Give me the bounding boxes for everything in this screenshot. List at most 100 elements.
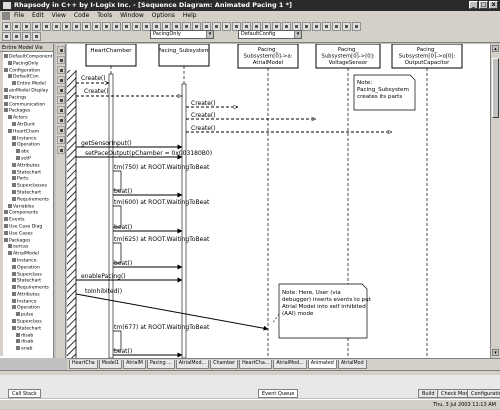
diagram-tab[interactable]: AtrialMod: [337, 360, 367, 369]
vertical-scrollbar[interactable]: ▴ ▾: [490, 44, 500, 358]
diagram-tab[interactable]: HeartCha: [69, 360, 98, 369]
tree-item[interactable]: Instance: [4, 298, 53, 306]
tree-item[interactable]: Operation: [4, 264, 53, 272]
diagram-tab[interactable]: AtrialMod...: [175, 360, 210, 369]
tree-item[interactable]: Operation: [4, 305, 53, 312]
tree-item[interactable]: Attributes: [4, 162, 53, 170]
tree-item[interactable]: Packages: [4, 108, 53, 115]
reply-tool-icon[interactable]: [57, 76, 65, 84]
browser-side-tabs[interactable]: [0, 52, 3, 356]
tree-item[interactable]: Pacings: [4, 94, 53, 102]
sequence-diagram-canvas[interactable]: HeartChamber Pacing_Subsystem Pacing_ Sub…: [67, 44, 490, 358]
tree-item[interactable]: Communication: [4, 101, 53, 109]
select-tool-icon[interactable]: [57, 46, 65, 54]
new-icon[interactable]: [2, 22, 11, 31]
find-icon[interactable]: [82, 22, 91, 31]
tree-item[interactable]: ainModel Display: [4, 87, 53, 95]
diagram-tab[interactable]: Chamber: [210, 360, 239, 369]
tree-item[interactable]: PacingOnly: [4, 60, 53, 68]
tree-item[interactable]: Components: [4, 210, 53, 217]
zoom-out-icon[interactable]: [222, 22, 231, 31]
go-icon[interactable]: [312, 22, 321, 31]
tree-item[interactable]: Statechart: [4, 278, 53, 285]
tree-item[interactable]: Requirements: [4, 285, 53, 292]
tree-item[interactable]: abc: [4, 149, 53, 156]
animation-icon[interactable]: [302, 22, 311, 31]
scroll-down-icon[interactable]: ▾: [492, 349, 499, 356]
scroll-thumb[interactable]: [492, 58, 499, 118]
tree-item[interactable]: disab: [4, 339, 53, 346]
anchor-tool-icon[interactable]: [57, 146, 65, 154]
menu-help[interactable]: Help: [183, 11, 197, 21]
event-queue-tab[interactable]: Event Queue: [258, 389, 299, 398]
tree-item[interactable]: Superclass: [4, 271, 53, 279]
cut-icon[interactable]: [32, 22, 41, 31]
tree-item[interactable]: Instance: [4, 257, 53, 265]
chevron-down-icon[interactable]: ▾: [294, 31, 301, 38]
diagram-tab[interactable]: Pacing ...: [146, 360, 175, 369]
tree-item[interactable]: DefaultCon: [4, 74, 53, 81]
redo-icon[interactable]: [72, 22, 81, 31]
bold-icon[interactable]: [22, 32, 31, 41]
event-queue-icon[interactable]: [352, 22, 361, 31]
tree-item[interactable]: Operation: [4, 142, 53, 149]
tree-item[interactable]: Statechart: [4, 189, 53, 197]
object-diagram-icon[interactable]: [132, 22, 141, 31]
browser-icon[interactable]: [102, 22, 111, 31]
class-diagram-icon[interactable]: [122, 22, 131, 31]
pointer-icon[interactable]: [2, 32, 11, 41]
tree-item[interactable]: ourcas: [4, 244, 53, 251]
destroy-tool-icon[interactable]: [57, 96, 65, 104]
configuration-tab[interactable]: Configuration: [467, 389, 500, 398]
tree-item[interactable]: Ports: [4, 176, 53, 183]
diagram-tab[interactable]: HeartCha...: [239, 360, 273, 369]
note-tool-icon[interactable]: [57, 136, 65, 144]
tree-item[interactable]: Requirements: [4, 196, 53, 204]
cancel-tool-icon[interactable]: [57, 116, 65, 124]
undo-icon[interactable]: [62, 22, 71, 31]
tree-item[interactable]: Use Cases: [4, 230, 53, 238]
tree-item[interactable]: Packages: [4, 237, 53, 245]
diagram-tab[interactable]: Model1: [98, 360, 123, 369]
call-stack-tab[interactable]: Call Stack: [8, 389, 41, 398]
tree-item[interactable]: Configuration: [4, 67, 53, 75]
italic-icon[interactable]: [32, 32, 41, 41]
tree-item[interactable]: enab: [4, 346, 53, 353]
diagram-tab-active[interactable]: Animated: [307, 360, 337, 369]
config-select-left[interactable]: PacingOnly ▾: [150, 30, 214, 39]
close-button[interactable]: x: [489, 1, 498, 9]
tree-item[interactable]: Superclass: [4, 319, 53, 326]
menu-file[interactable]: File: [14, 11, 24, 21]
tree-item[interactable]: setP: [4, 155, 53, 163]
create-tool-icon[interactable]: [57, 86, 65, 94]
lifeline-tool-icon[interactable]: [57, 56, 65, 64]
tree-item[interactable]: AtrDunt: [4, 121, 53, 129]
save-icon[interactable]: [22, 22, 31, 31]
open-icon[interactable]: [12, 22, 21, 31]
tree-item[interactable]: Instance: [4, 135, 53, 143]
menu-window[interactable]: Window: [120, 11, 144, 21]
break-icon[interactable]: [322, 22, 331, 31]
tree-item[interactable]: Use Case Diag: [4, 223, 53, 231]
print-icon[interactable]: [92, 22, 101, 31]
condition-tool-icon[interactable]: [57, 126, 65, 134]
step-icon[interactable]: [332, 22, 341, 31]
menu-code[interactable]: Code: [74, 11, 89, 21]
message-tool-icon[interactable]: [57, 66, 65, 74]
tree-item[interactable]: Entire Model: [4, 81, 53, 88]
menu-edit[interactable]: Edit: [32, 11, 44, 21]
menu-options[interactable]: Options: [152, 11, 175, 21]
config-select-right[interactable]: DefaultConfig ▾: [238, 30, 302, 39]
tree-item[interactable]: HeartCham: [4, 128, 53, 136]
tree-item[interactable]: Events: [4, 217, 53, 224]
tree-item[interactable]: Attributes: [4, 291, 53, 299]
features-icon[interactable]: [112, 22, 121, 31]
paste-icon[interactable]: [52, 22, 61, 31]
maximize-button[interactable]: □: [479, 1, 488, 9]
tree-item[interactable]: Actors: [4, 115, 53, 122]
diagram-tab[interactable]: AtrialM: [123, 360, 146, 369]
copy-icon[interactable]: [42, 22, 51, 31]
call-stack-icon[interactable]: [342, 22, 351, 31]
tree-item[interactable]: disab: [4, 332, 53, 340]
tree-item[interactable]: Variables: [4, 203, 53, 211]
